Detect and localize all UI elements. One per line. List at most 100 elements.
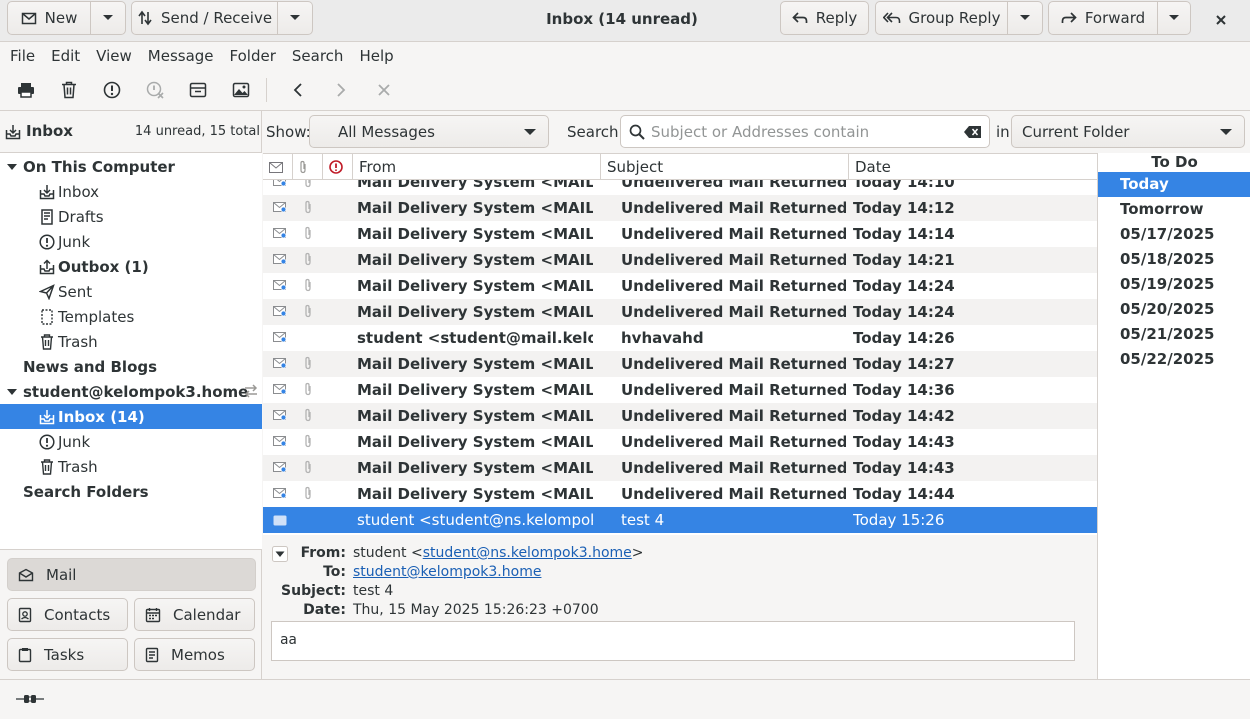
message-row[interactable]: Mail Delivery System <MAILER-D... Undeliv…: [263, 429, 1097, 455]
message-row[interactable]: Mail Delivery System <MAILER-D... Undeliv…: [263, 221, 1097, 247]
todo-date-item[interactable]: 05/20/2025: [1098, 297, 1250, 322]
column-subject[interactable]: Subject: [601, 154, 849, 180]
message-row[interactable]: Mail Delivery System <MAILER-D... Undeliv…: [263, 403, 1097, 429]
menu-search[interactable]: Search: [284, 47, 352, 65]
drafts-icon: [38, 208, 56, 226]
message-row[interactable]: student <student@ns.kelompok3.... test 4 T…: [263, 507, 1097, 533]
calendar-icon: [145, 607, 161, 622]
folder-junk-local[interactable]: Junk: [0, 229, 262, 254]
tree-label: student@kelompok3.home: [23, 382, 249, 401]
folder-inbox-account[interactable]: Inbox (14): [0, 404, 262, 429]
column-flag[interactable]: [323, 154, 353, 180]
to-email-link[interactable]: student@kelompok3.home: [353, 564, 541, 580]
column-from[interactable]: From: [353, 154, 601, 180]
folder-inbox-local[interactable]: Inbox: [0, 179, 262, 204]
date-header-value: Thu, 15 May 2025 15:26:23 +0700: [353, 602, 599, 618]
menu-message[interactable]: Message: [140, 47, 222, 65]
from-email-link[interactable]: student@ns.kelompok3.home: [423, 545, 632, 561]
message-from: Mail Delivery System <MAILER-D...: [357, 485, 593, 503]
column-status[interactable]: [263, 154, 293, 180]
previous-button[interactable]: [287, 79, 309, 101]
todo-date-item[interactable]: 05/19/2025: [1098, 272, 1250, 297]
todo-date-item[interactable]: 05/17/2025: [1098, 222, 1250, 247]
column-date[interactable]: Date: [849, 154, 1097, 180]
print-button[interactable]: [15, 79, 37, 101]
junk-button[interactable]: [101, 79, 123, 101]
forward-label: Forward: [1084, 9, 1146, 27]
folder-sent[interactable]: Sent: [0, 279, 262, 304]
archive-button[interactable]: [187, 79, 209, 101]
online-status-icon[interactable]: [16, 692, 44, 706]
message-row[interactable]: Mail Delivery System <MAILER-D... Undeliv…: [263, 195, 1097, 221]
message-row[interactable]: student <student@mail.kelomp... hvhavahd T…: [263, 325, 1097, 351]
chevron-down-icon: [103, 15, 113, 20]
message-date: Today 14:36: [853, 381, 955, 399]
message-list: From Subject Date Mail Delivery System <…: [263, 153, 1097, 535]
new-button[interactable]: New: [7, 1, 91, 35]
tree-group-account[interactable]: student@kelompok3.home: [0, 379, 262, 404]
tree-label: Drafts: [58, 207, 104, 226]
todo-date-item[interactable]: 05/18/2025: [1098, 247, 1250, 272]
column-attachment[interactable]: [293, 154, 323, 180]
message-row[interactable]: Mail Delivery System <MAILER-D... Undeliv…: [263, 273, 1097, 299]
menu-help[interactable]: Help: [351, 47, 401, 65]
message-row[interactable]: Mail Delivery System <MAILER-D... Undeliv…: [263, 455, 1097, 481]
search-input[interactable]: Subject or Addresses contain: [620, 115, 990, 148]
menu-view[interactable]: View: [88, 47, 140, 65]
load-images-button[interactable]: [230, 79, 252, 101]
message-date: Today 14:12: [853, 199, 955, 217]
switcher-memos-button[interactable]: Memos: [134, 638, 255, 671]
message-row[interactable]: Mail Delivery System <MAILER-D... Undeliv…: [263, 180, 1097, 195]
todo-date-item[interactable]: Tomorrow: [1098, 197, 1250, 222]
message-row[interactable]: Mail Delivery System <MAILER-D... Undeliv…: [263, 377, 1097, 403]
message-unread-icon: [273, 488, 287, 499]
clear-search-icon[interactable]: [964, 126, 982, 138]
todo-date-item[interactable]: 05/21/2025: [1098, 322, 1250, 347]
paperclip-icon: [300, 160, 306, 174]
menu-file[interactable]: File: [2, 47, 43, 65]
in-label: in: [996, 123, 1010, 141]
group-reply-button[interactable]: Group Reply: [875, 1, 1008, 35]
delete-button[interactable]: [58, 79, 80, 101]
menu-edit[interactable]: Edit: [43, 47, 88, 65]
message-row[interactable]: Mail Delivery System <MAILER-D... Undeliv…: [263, 481, 1097, 507]
message-row[interactable]: Mail Delivery System <MAILER-D... Undeliv…: [263, 247, 1097, 273]
folder-drafts[interactable]: Drafts: [0, 204, 262, 229]
menu-folder[interactable]: Folder: [222, 47, 284, 65]
tree-group-on-this-computer[interactable]: On This Computer: [0, 154, 262, 179]
attachment-icon: [305, 200, 311, 214]
folder-junk-account[interactable]: Junk: [0, 429, 262, 454]
forward-menu-button[interactable]: [1158, 1, 1191, 35]
message-row[interactable]: Mail Delivery System <MAILER-D... Undeliv…: [263, 351, 1097, 377]
group-reply-menu-button[interactable]: [1008, 1, 1043, 35]
tree-group-search-folders[interactable]: Search Folders: [0, 479, 262, 504]
show-filter-dropdown[interactable]: All Messages: [309, 115, 549, 148]
window-close-button[interactable]: [1205, 8, 1237, 32]
message-row[interactable]: Mail Delivery System <MAILER-D... Undeliv…: [263, 299, 1097, 325]
folder-trash-local[interactable]: Trash: [0, 329, 262, 354]
reply-button[interactable]: Reply: [780, 1, 869, 35]
message-date: Today 14:43: [853, 459, 955, 477]
search-scope-dropdown[interactable]: Current Folder: [1011, 115, 1245, 148]
chevron-down-icon: [1169, 15, 1179, 20]
tree-group-news-and-blogs[interactable]: News and Blogs: [0, 354, 262, 379]
forward-button[interactable]: Forward: [1048, 1, 1158, 35]
folder-trash-account[interactable]: Trash: [0, 454, 262, 479]
new-menu-button[interactable]: [91, 1, 126, 35]
todo-date-item[interactable]: 05/22/2025: [1098, 347, 1250, 372]
folder-summary: Inbox 14 unread, 15 total: [0, 111, 262, 152]
folder-outbox[interactable]: Outbox (1): [0, 254, 262, 279]
switcher-mail-button[interactable]: Mail: [7, 558, 256, 591]
send-receive-button[interactable]: Send / Receive: [131, 1, 278, 35]
switcher-tasks-button[interactable]: Tasks: [7, 638, 128, 671]
message-subject: Undelivered Mail Returned to S...: [621, 199, 846, 217]
folder-templates[interactable]: Templates: [0, 304, 262, 329]
send-receive-menu-button[interactable]: [278, 1, 313, 35]
switcher-calendar-button[interactable]: Calendar: [134, 598, 255, 631]
message-from: Mail Delivery System <MAILER-D...: [357, 459, 593, 477]
switcher-contacts-button[interactable]: Contacts: [7, 598, 128, 631]
todo-date-item[interactable]: Today: [1098, 172, 1250, 197]
current-folder-name: Inbox: [26, 122, 73, 140]
not-junk-icon: [146, 81, 164, 99]
message-unread-icon: [273, 254, 287, 265]
